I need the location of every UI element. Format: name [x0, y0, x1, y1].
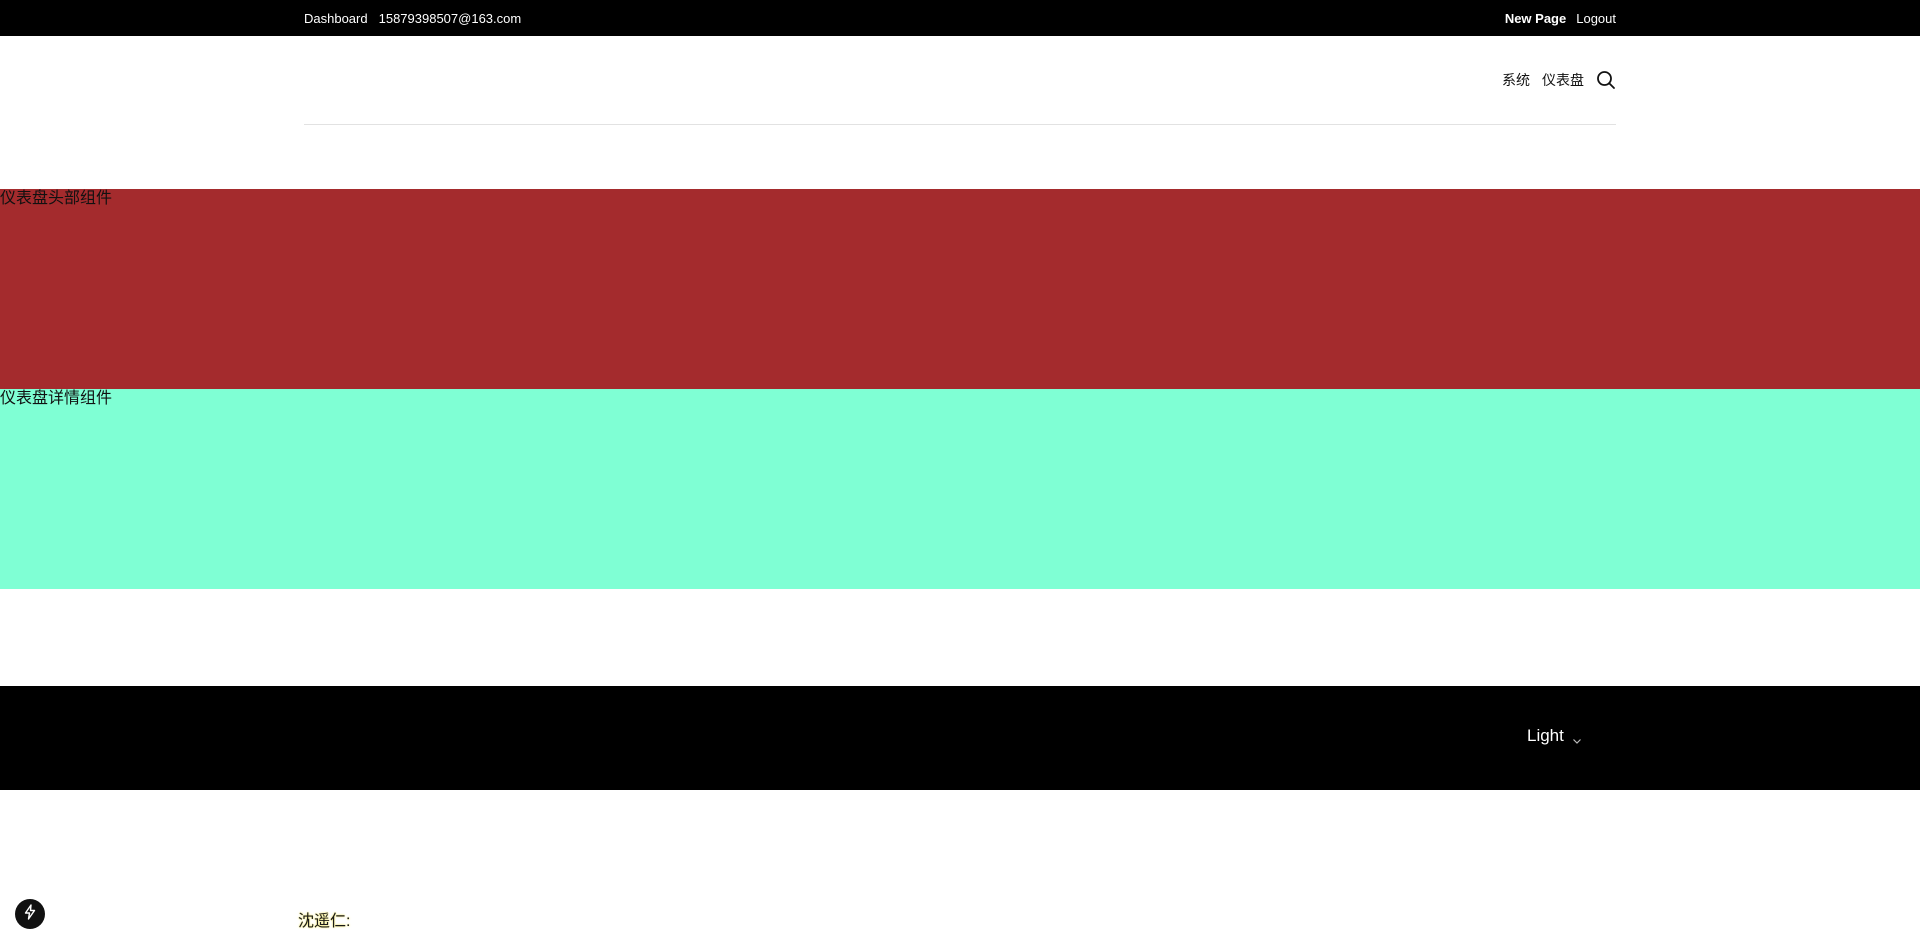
logout-link[interactable]: Logout: [1576, 11, 1616, 26]
chevron-down-icon: [1572, 731, 1582, 744]
site-footer: Light: [0, 686, 1920, 790]
lightning-icon: [22, 903, 38, 925]
dashboard-link[interactable]: Dashboard: [304, 11, 368, 26]
main-nav: 系统 仪表盘: [1490, 70, 1616, 90]
dev-tools-button[interactable]: [15, 899, 45, 929]
dashboard-header-label: 仪表盘头部组件: [0, 190, 113, 207]
nav-item-system[interactable]: 系统: [1502, 70, 1530, 90]
site-header: 系统 仪表盘: [304, 36, 1616, 125]
user-email-link[interactable]: 15879398507@163.com: [379, 11, 522, 26]
new-page-link[interactable]: New Page: [1505, 11, 1566, 26]
search-icon[interactable]: [1596, 70, 1616, 90]
dashboard-detail-label: 仪表盘详情组件: [0, 390, 113, 407]
theme-select-value: Light: [1527, 726, 1564, 745]
bottom-text: 沈遥仁:: [298, 913, 351, 930]
top-bar-right: New Page Logout: [1495, 11, 1616, 26]
dashboard-header-panel: 仪表盘头部组件: [0, 189, 1920, 389]
dashboard-detail-panel: 仪表盘详情组件: [0, 389, 1920, 589]
theme-select[interactable]: Light: [1527, 726, 1582, 746]
top-bar: Dashboard 15879398507@163.com New Page L…: [0, 0, 1920, 36]
top-bar-inner: Dashboard 15879398507@163.com New Page L…: [304, 0, 1616, 36]
top-bar-left: Dashboard 15879398507@163.com: [304, 11, 532, 26]
nav-item-dashboard[interactable]: 仪表盘: [1542, 70, 1584, 90]
